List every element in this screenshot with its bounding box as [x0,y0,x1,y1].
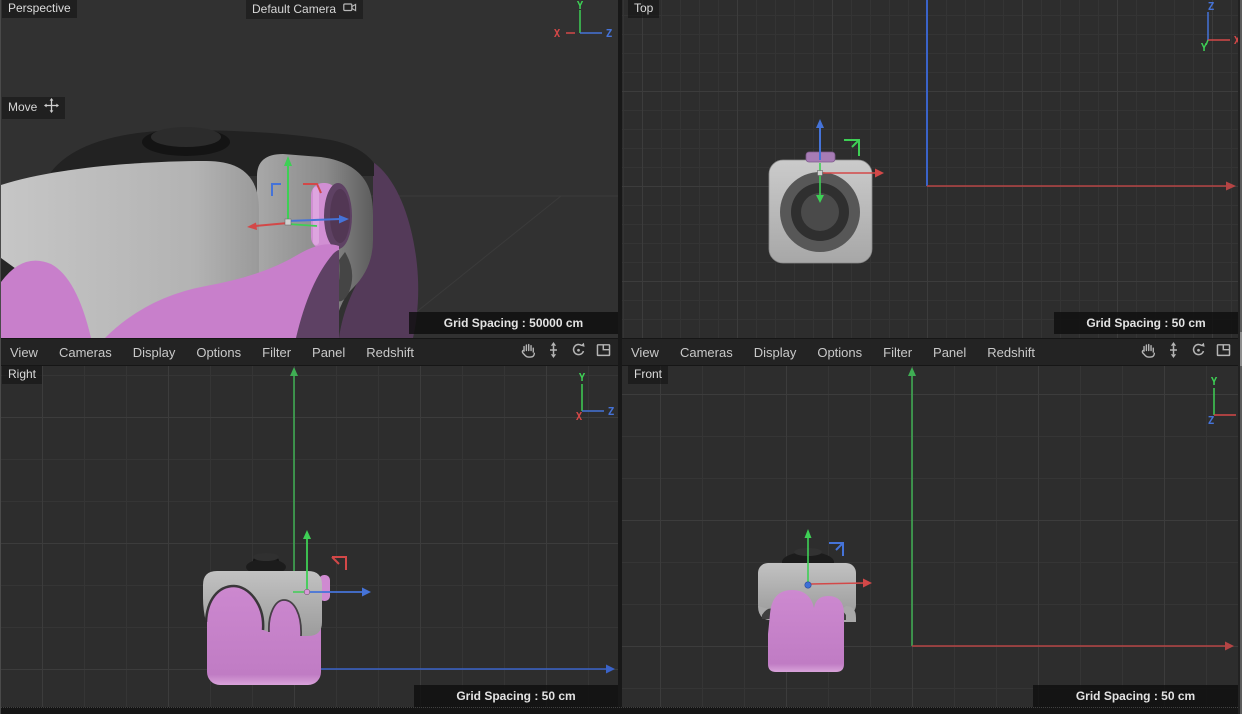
viewport-nav-icons [519,339,613,365]
axis-label-origin: X [576,411,583,422]
c4d-four-view-workspace: Perspective Default Camera Move Grid Spa… [0,0,1242,714]
menu-item-view[interactable]: View [10,345,38,360]
hand-pan-icon[interactable] [519,341,538,364]
menu-item-view[interactable]: View [631,345,659,360]
viewport-perspective[interactable]: Perspective Default Camera Move Grid Spa… [1,0,618,338]
axis-label-up: Z [1208,1,1214,13]
axis-label-right: Z [608,406,614,418]
axis-label-right: Z [606,28,612,40]
viewport-title-right: Right [2,366,42,384]
menu-item-display[interactable]: Display [133,345,176,360]
camera-label-text: Default Camera [252,2,336,16]
axis-label-up: Y [579,372,586,384]
grid-spacing-readout: Grid Spacing : 50 cm [1033,685,1238,707]
top-scene [622,0,1238,338]
menu-item-cameras[interactable]: Cameras [680,345,733,360]
axis-label-up: Y [1211,376,1218,388]
orientation-gizmo[interactable]: Y X Z [1184,374,1238,426]
menu-item-redshift[interactable]: Redshift [987,345,1035,360]
camera-label[interactable]: Default Camera [246,0,363,19]
right-scene [1,366,618,707]
orientation-gizmo[interactable]: Z X Y [1178,0,1238,52]
toggle-active-view-icon[interactable] [594,341,613,364]
menu-item-options[interactable]: Options [817,345,862,360]
axis-label-down: Y [1201,42,1208,52]
axis-label-origin: Z [1208,415,1214,426]
orientation-gizmo[interactable]: Y Z X [554,370,618,422]
viewport-front[interactable]: Front Grid Spacing : 50 cm Y X Z [622,366,1238,707]
menu-item-display[interactable]: Display [754,345,797,360]
hand-pan-icon[interactable] [1139,341,1158,364]
menu-item-panel[interactable]: Panel [933,345,966,360]
viewport-menubar-front-view: View Cameras Display Options Filter Panel Reds… [622,338,1238,366]
perspective-scene [1,0,618,338]
dolly-zoom-icon[interactable] [544,341,563,364]
viewport-right[interactable]: Right Grid Spacing : 50 cm Y Z X [1,366,618,707]
grid-spacing-readout: Grid Spacing : 50000 cm [409,312,618,334]
axis-label-right: X [1234,35,1238,47]
menu-item-filter[interactable]: Filter [883,345,912,360]
menu-item-redshift[interactable]: Redshift [366,345,414,360]
viewport-title-top: Top [628,0,659,18]
viewport-menubar-right-view: View Cameras Display Options Filter Panel Reds… [1,338,618,366]
toggle-active-view-icon[interactable] [1214,341,1233,364]
grid-spacing-readout: Grid Spacing : 50 cm [1054,312,1238,334]
menu-item-panel[interactable]: Panel [312,345,345,360]
viewport-title-front: Front [628,366,668,384]
grid-spacing-readout: Grid Spacing : 50 cm [414,685,618,707]
rotate-view-icon[interactable] [569,341,588,364]
tool-label-text: Move [8,100,37,114]
menu-item-options[interactable]: Options [196,345,241,360]
active-tool-label: Move [2,97,65,119]
timeline-edge-strip [1,707,1238,714]
viewport-title-perspective: Perspective [2,0,77,18]
orientation-gizmo[interactable]: Y X Z [546,0,616,50]
axis-label-left: X [554,28,561,40]
front-scene [622,366,1238,707]
rotate-view-icon[interactable] [1189,341,1208,364]
camera-icon [343,1,357,16]
viewport-top[interactable]: Top Grid Spacing : 50 cm Z X Y [622,0,1238,338]
viewport-divider[interactable] [618,0,622,707]
dolly-zoom-icon[interactable] [1164,341,1183,364]
move-cross-icon [44,98,59,116]
viewport-nav-icons [1139,339,1233,365]
panel-edge-strip[interactable] [1238,0,1242,714]
menu-item-filter[interactable]: Filter [262,345,291,360]
menu-item-cameras[interactable]: Cameras [59,345,112,360]
axis-label-up: Y [577,0,584,12]
